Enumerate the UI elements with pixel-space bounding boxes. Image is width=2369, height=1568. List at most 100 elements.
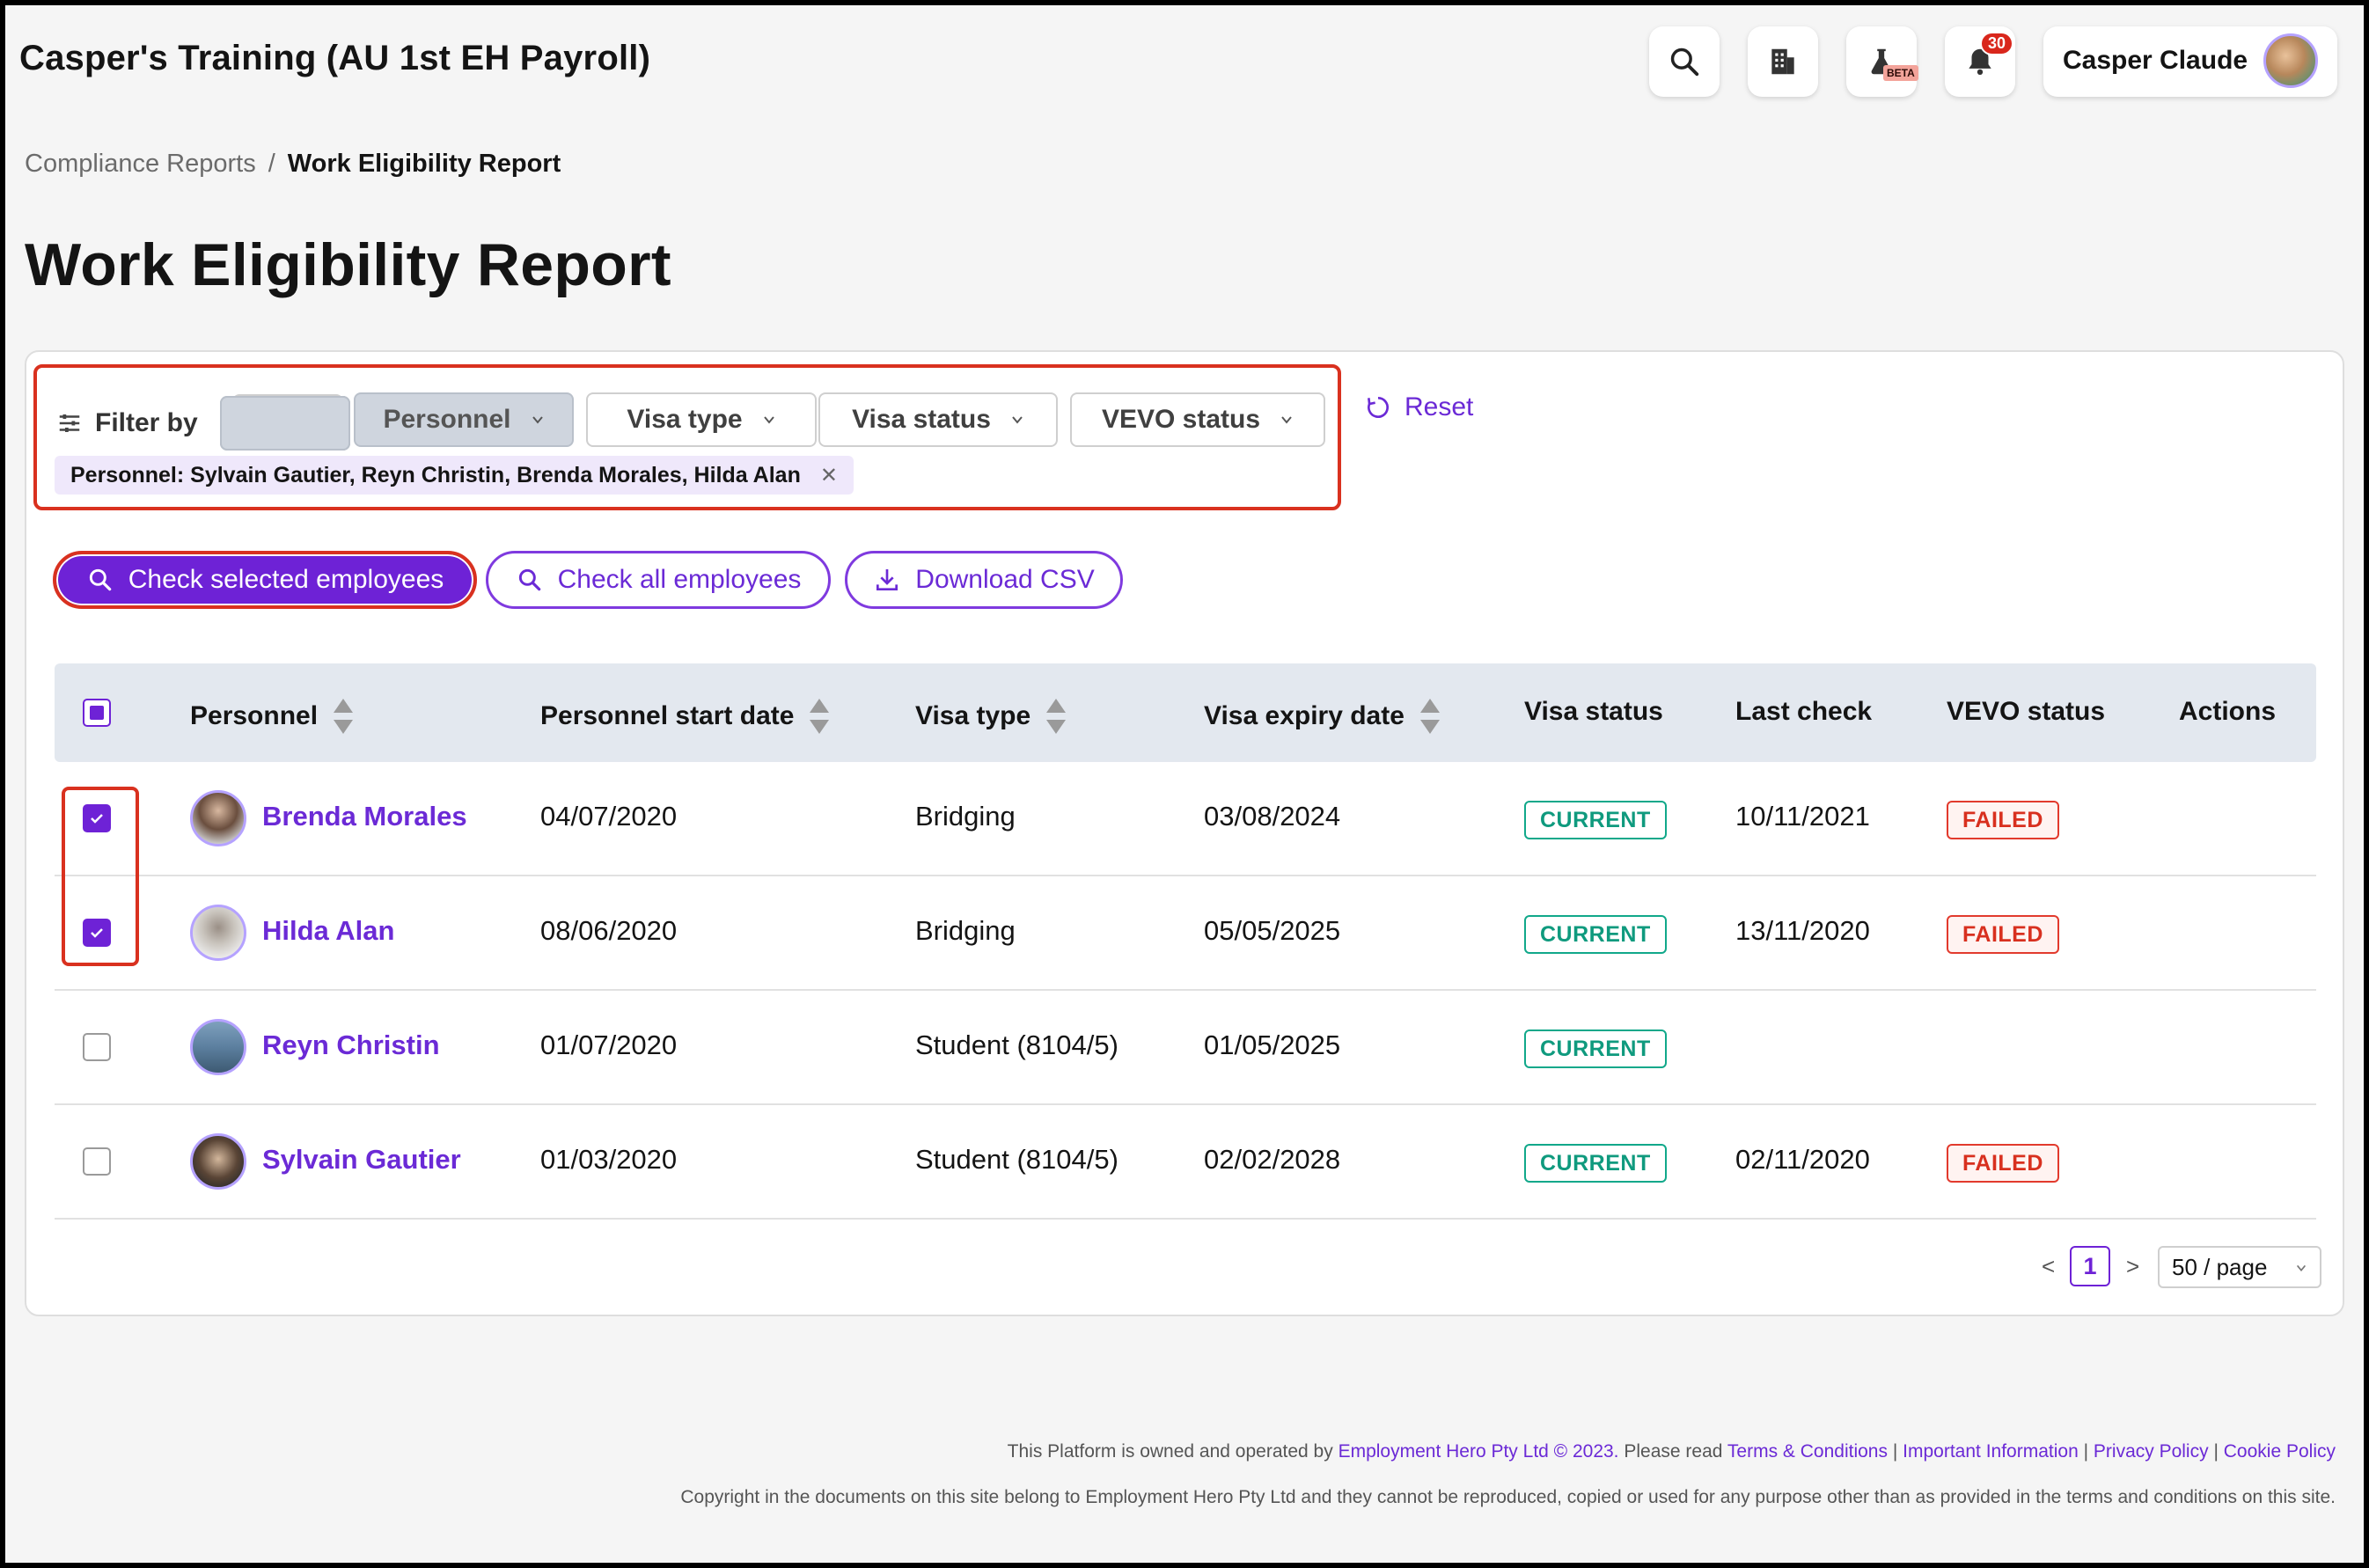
select-all-checkbox[interactable] [83,699,111,727]
table-row: Sylvain Gautier 01/03/2020 Student (8104… [55,1105,2316,1220]
page-size-select[interactable]: 50 / page [2158,1246,2321,1288]
row-checkbox[interactable] [83,1033,111,1061]
organisation-button[interactable] [1748,26,1818,97]
reset-button[interactable]: Reset [1364,392,1473,422]
column-header-vevo-status: VEVO status [1947,697,2105,727]
employee-name-link[interactable]: Reyn Christin [262,1029,440,1061]
column-visa-status-label: Visa status [1524,697,1663,726]
user-menu[interactable]: Casper Claude [2043,26,2337,97]
employee-name-link[interactable]: Hilda Alan [262,915,394,947]
column-header-visa-expiry[interactable]: Visa expiry date [1204,697,1441,736]
search-icon [1670,48,1699,77]
visa-status-badge: CURRENT [1524,801,1667,839]
vevo-status-badge: FAILED [1947,915,2059,954]
sliders-icon [59,414,80,432]
report-card: Filter by Personnel Visa type Visa statu… [25,350,2344,1316]
close-icon[interactable]: ✕ [820,463,838,488]
column-visa-expiry-label: Visa expiry date [1204,701,1405,730]
personnel-dropdown-label: Personnel [383,405,511,434]
column-header-personnel[interactable]: Personnel [190,697,355,736]
vevo-status-badge: FAILED [1947,1144,2059,1183]
employment-hero-link[interactable]: Employment Hero Pty Ltd © 2023. [1339,1441,1619,1462]
building-icon [1771,48,1794,75]
vevo-status-dropdown-label: VEVO status [1101,405,1261,434]
avatar [190,1133,246,1190]
row-checkbox[interactable] [83,1147,111,1176]
download-csv-label: Download CSV [915,565,1095,594]
page-title: Work Eligibility Report [25,231,671,298]
page-size-value: 50 / page [2172,1253,2268,1280]
footer-legal-line: This Platform is owned and operated by E… [1008,1441,2336,1462]
sort-icon [1046,699,1067,734]
download-csv-button[interactable]: Download CSV [845,551,1123,609]
cookie-policy-link[interactable]: Cookie Policy [2224,1441,2336,1462]
search-button[interactable] [1649,26,1720,97]
start-date: 04/07/2020 [540,801,678,832]
check-selected-employees-button[interactable]: Check selected employees [53,551,477,609]
column-header-start-date[interactable]: Personnel start date [540,697,831,736]
beta-badge: BETA [1883,65,1918,81]
employee-name-link[interactable]: Sylvain Gautier [262,1144,461,1176]
visa-status-badge: CURRENT [1524,1144,1667,1183]
reset-label: Reset [1405,392,1474,421]
vevo-status-dropdown[interactable]: VEVO status [1070,392,1325,447]
visa-type: Student (8104/5) [915,1144,1118,1175]
footer-separator: | [2083,1441,2089,1462]
vevo-status-badge: FAILED [1947,801,2059,839]
visa-type: Student (8104/5) [915,1029,1118,1060]
avatar [190,1019,246,1075]
personnel-filter-overlay [220,396,350,451]
chevron-down-icon [1012,416,1023,424]
personnel-dropdown[interactable]: Personnel [354,392,574,447]
visa-type: Bridging [915,801,1016,832]
column-start-date-label: Personnel start date [540,701,795,730]
chevron-down-icon [763,416,774,424]
breadcrumb-current: Work Eligibility Report [287,150,561,178]
column-header-actions: Actions [2179,697,2276,727]
visa-type-dropdown[interactable]: Visa type [586,392,817,447]
labs-button[interactable]: BETA [1846,26,1918,97]
column-header-last-check: Last check [1735,697,1872,727]
chevron-down-icon [532,416,543,424]
visa-expiry: 01/05/2025 [1204,1029,1341,1060]
app-title: Casper's Training (AU 1st EH Payroll) [19,39,651,77]
footer-separator: | [1892,1441,1898,1462]
prev-page-button[interactable]: < [2042,1253,2055,1280]
chevron-down-icon [2296,1264,2307,1271]
next-page-button[interactable]: > [2126,1253,2139,1280]
breadcrumb-compliance-reports[interactable]: Compliance Reports [25,150,256,179]
terms-link[interactable]: Terms & Conditions [1727,1441,1888,1462]
check-selected-label: Check selected employees [128,565,444,594]
table-row: Hilda Alan 08/06/2020 Bridging 05/05/202… [55,876,2316,991]
selected-rows-highlight [62,787,139,966]
important-information-link[interactable]: Important Information [1903,1441,2079,1462]
table-header: Personnel Personnel start date Visa type… [55,663,2316,762]
column-header-visa-type[interactable]: Visa type [915,697,1067,736]
breadcrumb-separator: / [268,150,275,178]
column-visa-type-label: Visa type [915,701,1031,730]
notification-count: 30 [1980,32,2014,55]
visa-status-badge: CURRENT [1524,1029,1667,1068]
check-all-employees-button[interactable]: Check all employees [486,551,831,609]
visa-expiry: 05/05/2025 [1204,915,1341,946]
last-check: 10/11/2021 [1735,801,1870,832]
privacy-policy-link[interactable]: Privacy Policy [2094,1441,2209,1462]
visa-type-dropdown-label: Visa type [627,405,743,434]
footer-copyright: Copyright in the documents on this site … [680,1487,2336,1507]
page-1-button[interactable]: 1 [2070,1246,2110,1286]
user-avatar [2263,33,2318,88]
notifications-button[interactable]: 30 [1945,26,2015,97]
visa-expiry: 03/08/2024 [1204,801,1341,832]
visa-status-dropdown[interactable]: Visa status [818,392,1058,447]
filter-by-text: Filter by [95,408,198,437]
employee-name-link[interactable]: Brenda Morales [262,801,467,832]
column-header-visa-status: Visa status [1524,697,1663,727]
sort-icon [1419,699,1440,734]
column-actions-label: Actions [2179,697,2277,726]
avatar [190,790,246,846]
check-all-label: Check all employees [557,565,802,594]
column-personnel-label: Personnel [190,701,319,730]
footer-please-read: Please read [1624,1441,1723,1462]
search-icon [518,568,540,591]
visa-expiry: 02/02/2028 [1204,1144,1341,1175]
